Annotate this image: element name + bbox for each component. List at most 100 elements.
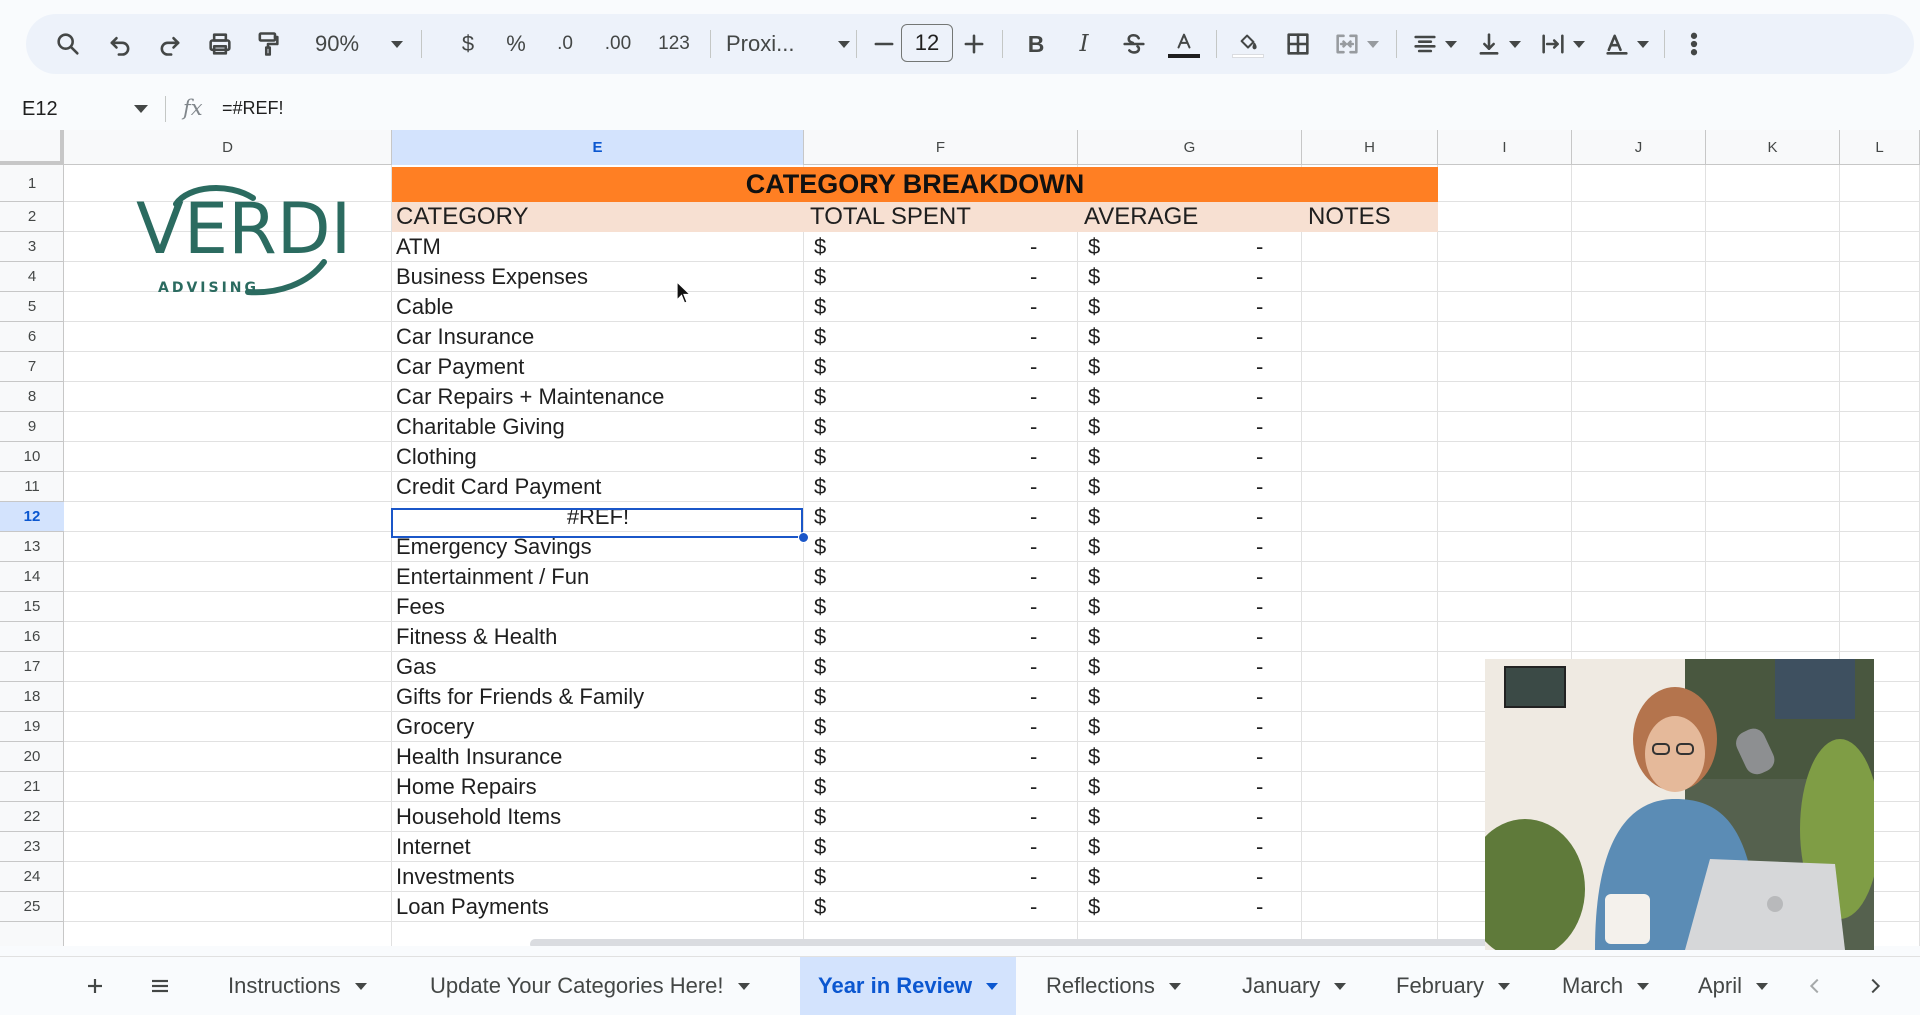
total-spent-currency[interactable]: $ <box>814 382 844 412</box>
row-header-16[interactable]: 16 <box>0 622 64 652</box>
sheet-tab-year-in-review[interactable]: Year in Review <box>800 957 1017 1015</box>
total-spent-value[interactable]: - <box>1030 802 1060 832</box>
row-header-9[interactable]: 9 <box>0 412 64 442</box>
total-spent-currency[interactable]: $ <box>814 832 844 862</box>
category-cell[interactable]: Car Repairs + Maintenance <box>396 382 800 412</box>
row-header-22[interactable]: 22 <box>0 802 64 832</box>
add-sheet-button[interactable] <box>80 957 110 1015</box>
average-currency[interactable]: $ <box>1088 472 1118 502</box>
row-header-11[interactable]: 11 <box>0 472 64 502</box>
average-value[interactable]: - <box>1256 772 1286 802</box>
total-spent-value[interactable]: - <box>1030 562 1060 592</box>
total-spent-value[interactable]: - <box>1030 292 1060 322</box>
row-header-19[interactable]: 19 <box>0 712 64 742</box>
row-header-25[interactable]: 25 <box>0 892 64 922</box>
row-header-4[interactable]: 4 <box>0 262 64 292</box>
column-header-g[interactable]: G <box>1078 130 1302 165</box>
vertical-align-button[interactable] <box>1470 14 1526 74</box>
font-size-input[interactable]: 12 <box>901 24 953 62</box>
row-header-1[interactable]: 1 <box>0 165 64 202</box>
total-spent-value[interactable]: - <box>1030 892 1060 922</box>
total-spent-currency[interactable]: $ <box>814 412 844 442</box>
column-header-e[interactable]: E <box>392 130 804 165</box>
category-cell[interactable]: Gifts for Friends & Family <box>396 682 800 712</box>
category-cell[interactable]: Fitness & Health <box>396 622 800 652</box>
average-value[interactable]: - <box>1256 412 1286 442</box>
column-header-j[interactable]: J <box>1572 130 1706 165</box>
more-formats-button[interactable]: 123 <box>648 14 700 74</box>
chevron-down-icon[interactable] <box>737 982 750 990</box>
category-cell[interactable]: Fees <box>396 592 800 622</box>
category-cell[interactable]: Home Repairs <box>396 772 800 802</box>
average-currency[interactable]: $ <box>1088 772 1118 802</box>
average-currency[interactable]: $ <box>1088 652 1118 682</box>
total-spent-currency[interactable]: $ <box>814 862 844 892</box>
average-value[interactable]: - <box>1256 232 1286 262</box>
total-spent-currency[interactable]: $ <box>814 232 844 262</box>
category-cell[interactable]: Car Insurance <box>396 322 800 352</box>
total-spent-value[interactable]: - <box>1030 742 1060 772</box>
fill-handle[interactable] <box>798 532 809 543</box>
average-currency[interactable]: $ <box>1088 232 1118 262</box>
total-spent-value[interactable]: - <box>1030 772 1060 802</box>
total-spent-value[interactable]: - <box>1030 712 1060 742</box>
total-spent-currency[interactable]: $ <box>814 712 844 742</box>
average-currency[interactable]: $ <box>1088 712 1118 742</box>
category-cell[interactable]: Entertainment / Fun <box>396 562 800 592</box>
total-spent-value[interactable]: - <box>1030 472 1060 502</box>
total-spent-currency[interactable]: $ <box>814 262 844 292</box>
average-currency[interactable]: $ <box>1088 412 1118 442</box>
column-header-i[interactable]: I <box>1438 130 1572 165</box>
total-spent-value[interactable]: - <box>1030 532 1060 562</box>
merge-cells-button[interactable] <box>1326 14 1386 74</box>
row-header-14[interactable]: 14 <box>0 562 64 592</box>
average-value[interactable]: - <box>1256 682 1286 712</box>
more-options-button[interactable] <box>1676 14 1712 74</box>
average-value[interactable]: - <box>1256 832 1286 862</box>
sheet-tab-reflections[interactable]: Reflections <box>1046 957 1181 1015</box>
average-value[interactable]: - <box>1256 352 1286 382</box>
total-spent-currency[interactable]: $ <box>814 502 844 532</box>
total-spent-currency[interactable]: $ <box>814 472 844 502</box>
total-spent-value[interactable]: - <box>1030 382 1060 412</box>
text-color-button[interactable] <box>1164 14 1204 74</box>
text-wrapping-button[interactable] <box>1534 14 1590 74</box>
average-value[interactable]: - <box>1256 442 1286 472</box>
row-header-5[interactable]: 5 <box>0 292 64 322</box>
category-cell[interactable]: Investments <box>396 862 800 892</box>
average-currency[interactable]: $ <box>1088 742 1118 772</box>
chevron-down-icon[interactable] <box>1168 982 1181 990</box>
header-total-spent[interactable]: TOTAL SPENT <box>810 202 971 232</box>
column-header-f[interactable]: F <box>804 130 1078 165</box>
increase-font-size-button[interactable] <box>956 14 992 74</box>
currency-format-button[interactable]: $ <box>446 14 490 74</box>
row-header-17[interactable]: 17 <box>0 652 64 682</box>
decrease-decimal-button[interactable]: .0 <box>540 14 590 74</box>
category-cell[interactable]: Cable <box>396 292 800 322</box>
header-category[interactable]: CATEGORY <box>396 202 528 232</box>
column-header-k[interactable]: K <box>1706 130 1840 165</box>
average-currency[interactable]: $ <box>1088 502 1118 532</box>
average-value[interactable]: - <box>1256 382 1286 412</box>
increase-decimal-button[interactable]: .00 <box>590 14 646 74</box>
percent-format-button[interactable]: % <box>494 14 538 74</box>
row-header-23[interactable]: 23 <box>0 832 64 862</box>
total-spent-currency[interactable]: $ <box>814 772 844 802</box>
category-cell[interactable]: Clothing <box>396 442 800 472</box>
category-cell[interactable]: Grocery <box>396 712 800 742</box>
total-spent-value[interactable]: - <box>1030 262 1060 292</box>
average-currency[interactable]: $ <box>1088 292 1118 322</box>
average-currency[interactable]: $ <box>1088 682 1118 712</box>
header-average[interactable]: AVERAGE <box>1084 202 1198 232</box>
average-value[interactable]: - <box>1256 712 1286 742</box>
total-spent-currency[interactable]: $ <box>814 292 844 322</box>
chevron-down-icon[interactable] <box>134 105 148 113</box>
print-button[interactable] <box>200 14 240 74</box>
average-value[interactable]: - <box>1256 322 1286 352</box>
average-currency[interactable]: $ <box>1088 862 1118 892</box>
total-spent-currency[interactable]: $ <box>814 652 844 682</box>
average-currency[interactable]: $ <box>1088 532 1118 562</box>
total-spent-value[interactable]: - <box>1030 352 1060 382</box>
row-header-24[interactable]: 24 <box>0 862 64 892</box>
undo-button[interactable] <box>100 14 140 74</box>
